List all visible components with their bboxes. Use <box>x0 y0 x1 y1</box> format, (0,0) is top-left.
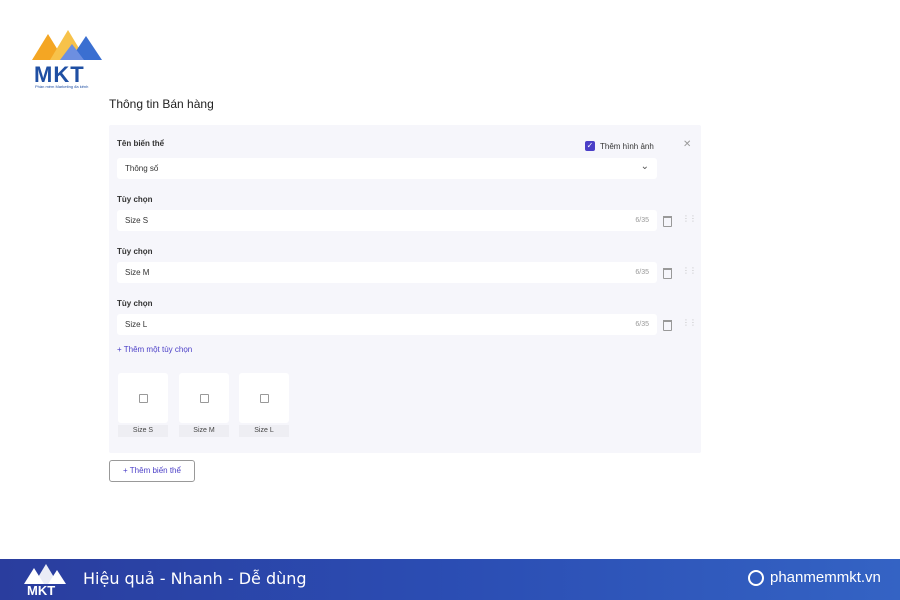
image-icon <box>200 394 209 403</box>
image-icon <box>260 394 269 403</box>
char-counter: 6/35 <box>635 321 649 328</box>
footer-slogan: Hiệu quả - Nhanh - Dễ dùng <box>83 569 307 588</box>
option-input-size-m[interactable]: Size M 6/35 <box>117 262 657 283</box>
trash-icon[interactable] <box>663 268 672 279</box>
logo-mountains-icon <box>32 30 102 60</box>
drag-handle-icon[interactable]: ⋮⋮ <box>682 214 697 223</box>
variant-name-value: Thông số <box>125 164 159 173</box>
thumbnail-caption: Size S <box>118 425 168 437</box>
add-option-link[interactable]: + Thêm một tùy chọn <box>117 345 192 354</box>
footer-website[interactable]: phanmemmkt.vn <box>770 569 881 586</box>
char-counter: 6/35 <box>635 269 649 276</box>
char-counter: 6/35 <box>635 217 649 224</box>
thumbnail-size-m[interactable]: Size M <box>179 373 229 437</box>
option-input-size-l[interactable]: Size L 6/35 <box>117 314 657 335</box>
option-label: Tùy chọn <box>117 195 153 204</box>
variant-name-select[interactable]: Thông số ⌄ <box>117 158 657 179</box>
mkt-logo: MKT Phần mềm Marketing đa kênh <box>30 26 105 91</box>
checkbox-checked-icon[interactable]: ✓ <box>585 141 595 151</box>
drag-handle-icon[interactable]: ⋮⋮ <box>682 318 697 327</box>
add-variant-button[interactable]: + Thêm biến thể <box>109 460 195 482</box>
option-input-size-s[interactable]: Size S 6/35 <box>117 210 657 231</box>
close-icon[interactable]: ✕ <box>683 139 691 150</box>
image-icon <box>139 394 148 403</box>
option-value: Size M <box>125 268 150 277</box>
variant-panel: Tên biến thể ✓ Thêm hình ảnh ✕ Thông số … <box>109 125 701 453</box>
option-value: Size S <box>125 216 149 225</box>
trash-icon[interactable] <box>663 320 672 331</box>
add-image-label: Thêm hình ảnh <box>600 141 654 151</box>
footer-brand: MKT <box>27 583 56 598</box>
add-image-toggle[interactable]: ✓ Thêm hình ảnh <box>585 141 654 151</box>
globe-icon <box>748 570 764 586</box>
image-placeholder[interactable] <box>118 373 168 423</box>
logo-tagline: Phần mềm Marketing đa kênh <box>35 84 89 89</box>
image-placeholder[interactable] <box>239 373 289 423</box>
chevron-down-icon[interactable]: ⌄ <box>641 161 649 172</box>
variant-name-label: Tên biến thể <box>117 139 165 148</box>
image-placeholder[interactable] <box>179 373 229 423</box>
footer-banner: MKT Hiệu quả - Nhanh - Dễ dùng phanmemmk… <box>0 559 900 600</box>
thumbnail-size-l[interactable]: Size L <box>239 373 289 437</box>
option-value: Size L <box>125 320 148 329</box>
option-label: Tùy chọn <box>117 247 153 256</box>
trash-icon[interactable] <box>663 216 672 227</box>
thumbnail-size-s[interactable]: Size S <box>118 373 168 437</box>
thumbnail-caption: Size M <box>179 425 229 437</box>
thumbnail-caption: Size L <box>239 425 289 437</box>
drag-handle-icon[interactable]: ⋮⋮ <box>682 266 697 275</box>
section-title: Thông tin Bán hàng <box>109 97 214 111</box>
option-label: Tùy chọn <box>117 299 153 308</box>
